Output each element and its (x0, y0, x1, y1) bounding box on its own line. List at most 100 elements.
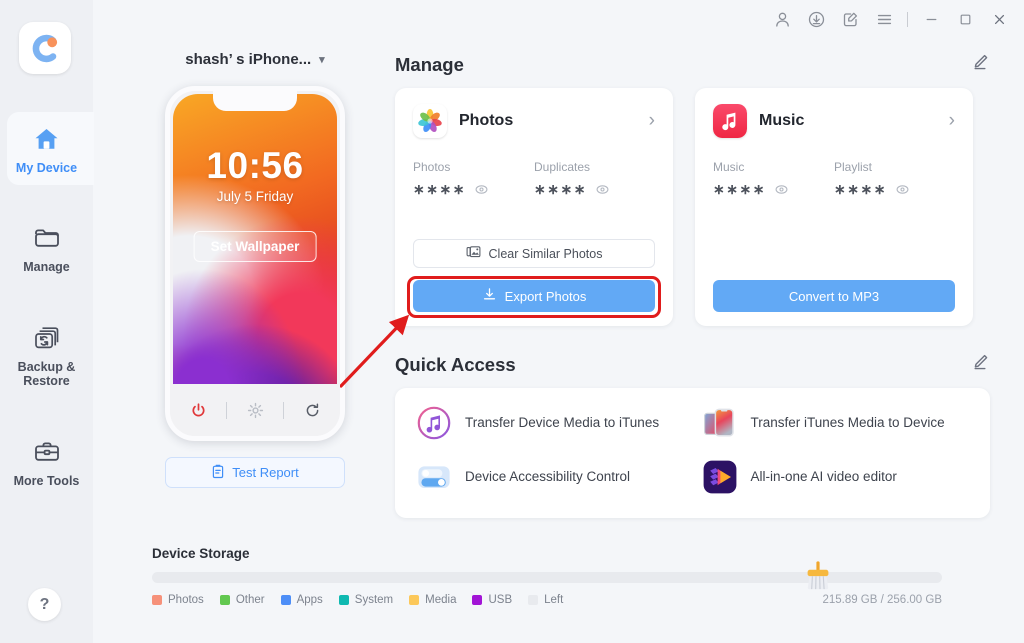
close-button[interactable] (982, 4, 1016, 34)
account-icon[interactable] (765, 4, 799, 34)
download-icon[interactable] (799, 4, 833, 34)
music-card-actions: Convert to MP3 (713, 280, 955, 312)
title-bar (93, 0, 1024, 38)
itunes-icon (415, 404, 453, 442)
storage-total-label: 215.89 GB / 256.00 GB (822, 594, 942, 606)
two-phones-icon (701, 404, 739, 442)
minimize-button[interactable] (914, 4, 948, 34)
sidebar-item-backup-restore[interactable]: Backup & Restore (0, 311, 93, 399)
eye-icon[interactable] (475, 183, 488, 196)
export-photos-button[interactable]: Export Photos (413, 280, 655, 312)
music-card-title: Music (759, 112, 805, 129)
stat-music: Music ∗∗∗∗ (713, 160, 834, 198)
device-name-label: shash’ s iPhone... (185, 50, 312, 68)
sidebar-item-my-device[interactable]: My Device (0, 112, 94, 186)
backup-restore-icon (33, 323, 61, 353)
sidebar-item-manage[interactable]: Manage (0, 211, 93, 284)
app-window: My Device Manage Backup & Restore More T… (0, 0, 1024, 643)
music-card-stats: Music ∗∗∗∗ Playlist ∗∗∗∗ (713, 160, 955, 198)
stat-value: ∗∗∗∗ (534, 181, 587, 197)
storage-legend-swatch (409, 595, 420, 605)
convert-to-mp3-button[interactable]: Convert to MP3 (713, 280, 955, 312)
manage-cards: Photos › Photos ∗∗∗∗ Duplicates ∗∗∗∗ Cle… (395, 88, 990, 326)
eye-icon[interactable] (775, 183, 788, 196)
control-divider (226, 401, 227, 419)
photos-card-stats: Photos ∗∗∗∗ Duplicates ∗∗∗∗ (413, 160, 655, 198)
storage-legend-item: Left (528, 594, 563, 606)
feedback-icon[interactable] (833, 4, 867, 34)
eye-icon[interactable] (596, 183, 609, 196)
control-divider (283, 401, 284, 419)
sidebar-item-label: Backup & Restore (17, 359, 76, 389)
manage-title: Manage (395, 53, 464, 75)
quick-access-item-label: Transfer Device Media to iTunes (465, 414, 660, 430)
quick-access-edit-icon[interactable] (970, 352, 990, 377)
quick-access-item-label: All-in-one AI video editor (750, 468, 897, 484)
test-report-label: Test Report (232, 465, 299, 480)
storage-legend: Photos Other Apps System Media USB Left 215.89 … (152, 594, 942, 606)
sidebar-nav: My Device Manage Backup & Restore More T… (0, 112, 94, 498)
chevron-right-icon[interactable]: › (949, 110, 955, 132)
power-icon[interactable] (181, 393, 215, 427)
lockscreen-time: 10:56 (206, 145, 304, 186)
folder-icon (33, 223, 61, 253)
chevron-right-icon[interactable]: › (649, 110, 655, 132)
sidebar-item-label: More Tools (13, 473, 80, 488)
quick-access-item-ai-video-editor[interactable]: All-in-one AI video editor (701, 458, 971, 496)
test-report-button[interactable]: Test Report (165, 457, 345, 488)
photos-app-icon (413, 104, 447, 138)
storage-legend-swatch (338, 595, 349, 605)
storage-legend-swatch (528, 595, 539, 605)
phone-frame: 10:56 July 5 Friday Set Wallpaper (165, 86, 345, 441)
quick-access-section-header: Quick Access (395, 352, 990, 377)
convert-to-mp3-label: Convert to MP3 (788, 288, 880, 304)
music-app-icon (713, 104, 747, 138)
stat-duplicates: Duplicates ∗∗∗∗ (534, 160, 655, 198)
brightness-icon[interactable] (238, 393, 272, 427)
photos-card: Photos › Photos ∗∗∗∗ Duplicates ∗∗∗∗ Cle… (395, 88, 673, 326)
sidebar: My Device Manage Backup & Restore More T… (0, 0, 94, 643)
stat-value: ∗∗∗∗ (713, 181, 766, 197)
storage-legend-swatch (280, 595, 291, 605)
quick-access-card: Transfer Device Media to iTunes Transfer… (395, 388, 990, 518)
storage-legend-label: USB (488, 594, 513, 606)
storage-legend-item: Media (409, 594, 456, 606)
stat-value: ∗∗∗∗ (413, 181, 466, 197)
quick-access-item-label: Device Accessibility Control (465, 468, 631, 484)
quick-access-title: Quick Access (395, 353, 516, 375)
manage-edit-icon[interactable] (970, 52, 990, 77)
sidebar-item-label: My Device (15, 161, 78, 175)
quick-access-item-transfer-itunes-media[interactable]: Transfer iTunes Media to Device (701, 404, 971, 442)
storage-legend-label: Other (235, 594, 265, 606)
quick-access-item-accessibility-control[interactable]: Device Accessibility Control (415, 458, 685, 496)
storage-legend-swatch (152, 595, 162, 605)
stat-label: Duplicates (534, 160, 591, 174)
toolbox-icon (33, 437, 61, 467)
refresh-icon[interactable] (295, 393, 329, 427)
broom-icon[interactable] (800, 557, 836, 593)
clear-similar-photos-button[interactable]: Clear Similar Photos (413, 239, 655, 268)
maximize-button[interactable] (948, 4, 982, 34)
storage-legend-label: System (354, 594, 394, 606)
help-button[interactable]: ? (28, 588, 61, 621)
quick-access-item-transfer-device-media[interactable]: Transfer Device Media to iTunes (415, 404, 685, 442)
storage-legend-label: Photos (168, 594, 204, 606)
storage-legend-label: Media (425, 594, 457, 606)
stat-label: Music (713, 160, 745, 174)
storage-legend-item: System (338, 594, 394, 606)
menu-icon[interactable] (867, 4, 901, 34)
lockscreen-date: July 5 Friday (216, 189, 294, 204)
eye-icon[interactable] (896, 183, 909, 196)
export-photos-label: Export Photos (504, 288, 587, 304)
music-card: Music › Music ∗∗∗∗ Playlist ∗∗∗∗ Convert… (695, 88, 973, 326)
titlebar-divider (907, 11, 908, 27)
stat-value: ∗∗∗∗ (834, 181, 887, 197)
set-wallpaper-button[interactable]: Set Wallpaper (193, 231, 317, 262)
similar-photos-icon (466, 245, 481, 262)
device-selector[interactable]: shash’ s iPhone... ▾ (130, 44, 380, 74)
export-icon (482, 287, 497, 305)
storage-legend-item: Other (219, 594, 265, 606)
clear-similar-photos-label: Clear Similar Photos (488, 246, 603, 261)
sidebar-item-more-tools[interactable]: More Tools (0, 425, 93, 498)
music-card-header: Music › (713, 104, 955, 138)
